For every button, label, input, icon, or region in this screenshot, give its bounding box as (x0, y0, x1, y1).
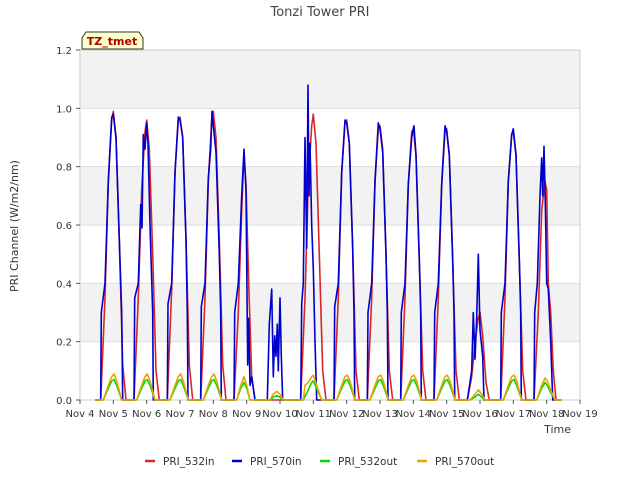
x-tick-label: Nov 8 (199, 409, 228, 420)
x-tick-label: Nov 10 (262, 409, 297, 420)
x-tick-label: Nov 15 (429, 409, 464, 420)
y-tick-label: 0.6 (56, 221, 72, 232)
x-tick-label: Nov 16 (462, 409, 497, 420)
y-tick-label: 1.2 (56, 46, 72, 57)
x-tick-label: Nov 17 (496, 409, 531, 420)
x-tick-label: Nov 9 (232, 409, 261, 420)
x-tick-label: Nov 4 (65, 409, 94, 420)
legend-label: PRI_532out (338, 456, 397, 468)
y-tick-label: 0.0 (56, 396, 72, 407)
chart-title: Tonzi Tower PRI (270, 5, 370, 20)
plot-band (80, 108, 580, 167)
x-tick-label: Nov 14 (396, 409, 431, 420)
legend-label: PRI_570out (435, 456, 494, 468)
x-tick-label: Nov 5 (99, 409, 128, 420)
y-tick-label: 0.2 (56, 338, 72, 349)
y-tick-label: 1.0 (56, 104, 72, 115)
legend-label: PRI_532in (163, 456, 215, 468)
x-tick-label: Nov 11 (296, 409, 331, 420)
annotation-label: TZ_tmet (87, 35, 137, 48)
annotation-box: TZ_tmet (81, 31, 144, 50)
x-tick-label: Nov 19 (562, 409, 597, 420)
x-tick-label: Nov 12 (329, 409, 364, 420)
plot-band (80, 166, 580, 225)
x-tick-label: Nov 6 (132, 409, 161, 420)
y-tick-label: 0.4 (56, 279, 72, 290)
chart-svg: Tonzi Tower PRI Nov 4 Nov 5 Nov 6 Nov 7 Nov … (0, 0, 640, 480)
x-tick-label: Nov 13 (362, 409, 397, 420)
y-tick-label: 0.8 (56, 163, 72, 174)
legend-label: PRI_570in (250, 456, 302, 468)
chart-container: Tonzi Tower PRI Nov 4 Nov 5 Nov 6 Nov 7 Nov … (0, 0, 640, 480)
plot-band (80, 50, 580, 109)
x-tick-label: Nov 18 (529, 409, 564, 420)
y-axis-label: PRI Channel (W/m2/nm) (8, 160, 21, 292)
x-tick-label: Nov 7 (165, 409, 194, 420)
x-axis-label: Time (543, 423, 571, 436)
